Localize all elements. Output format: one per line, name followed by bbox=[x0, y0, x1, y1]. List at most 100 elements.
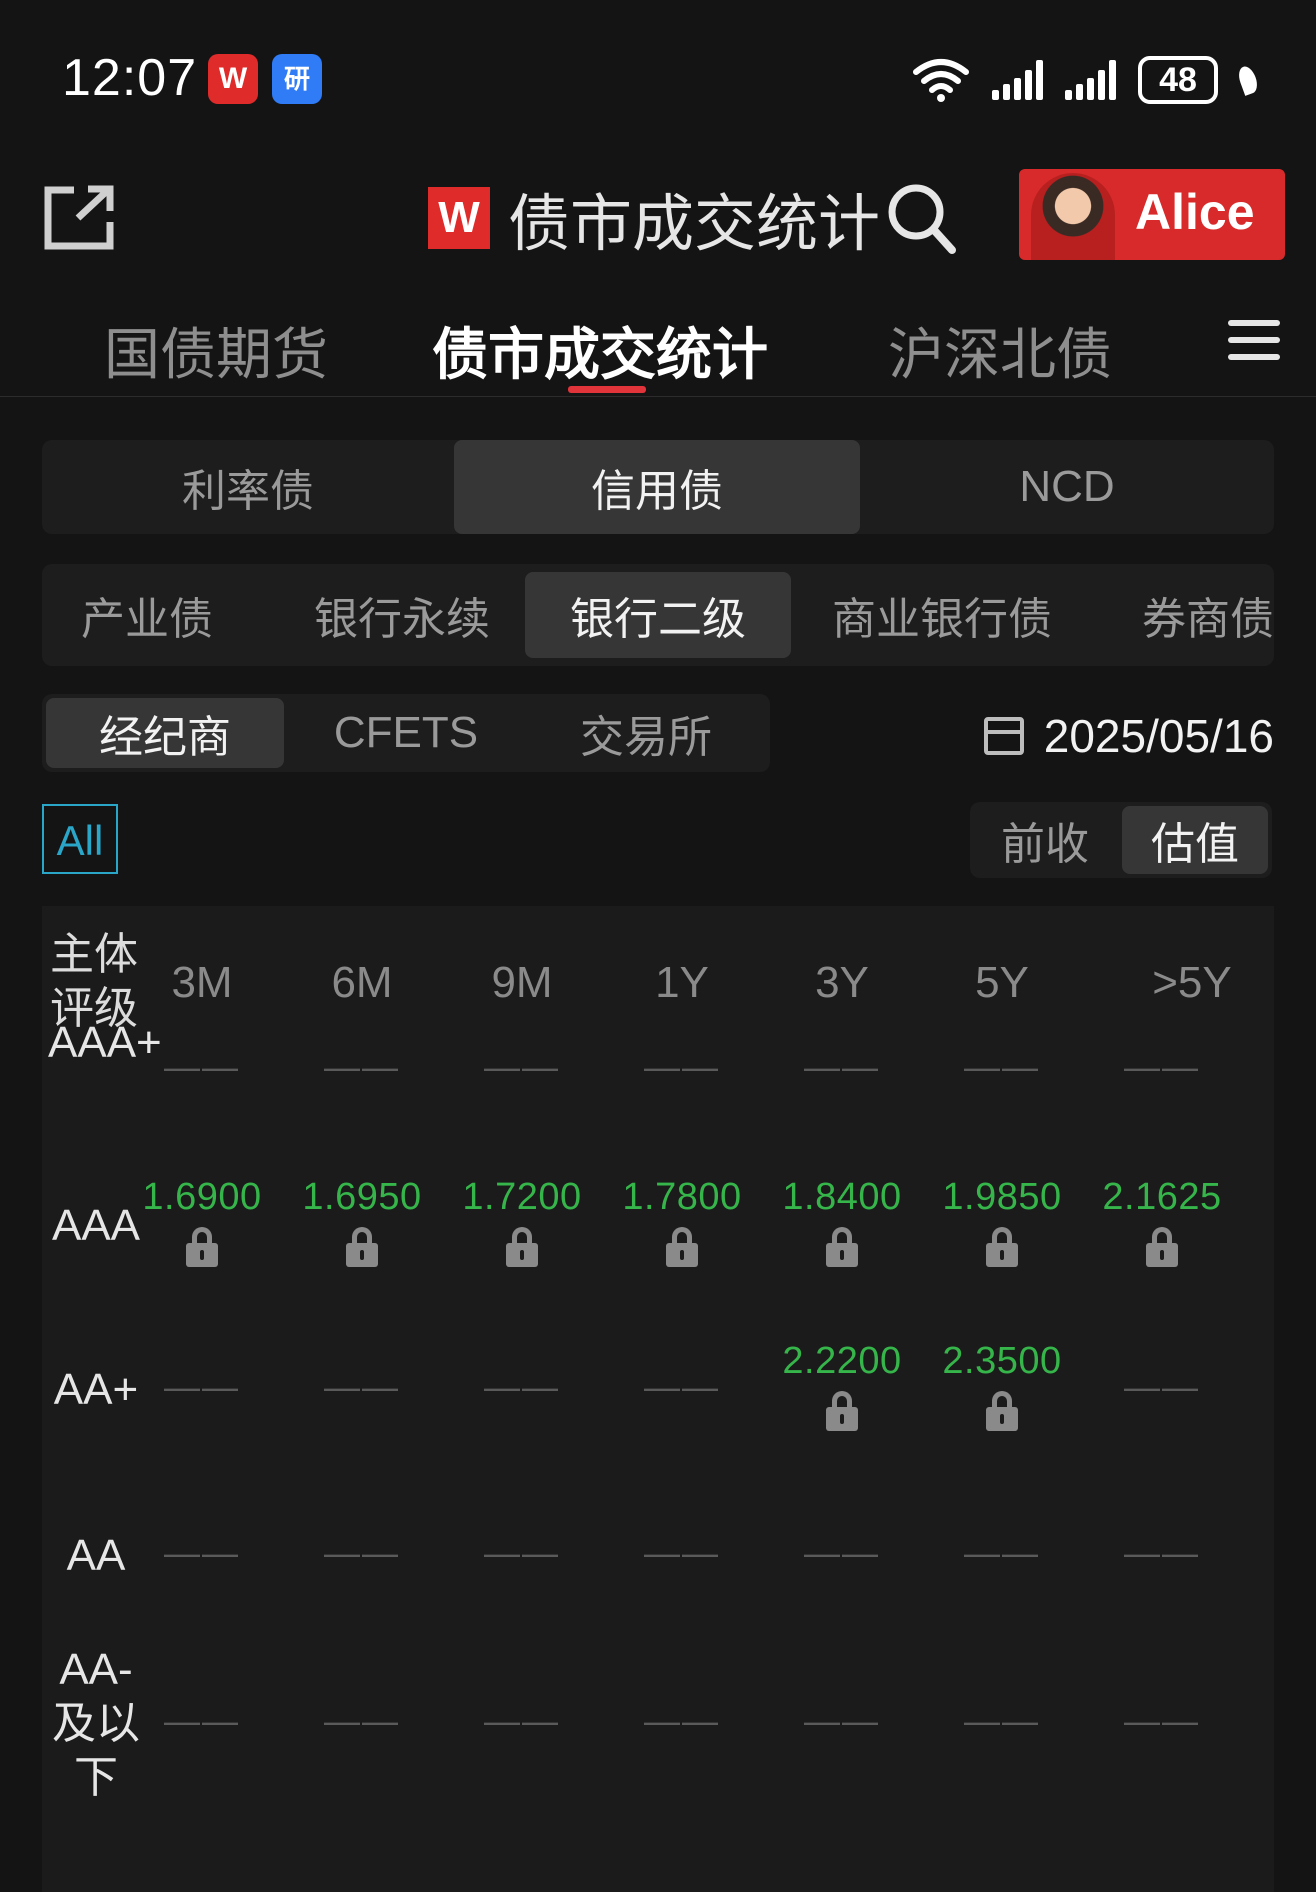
column-header: 5Y bbox=[975, 958, 1029, 1007]
user-name: Alice bbox=[1135, 184, 1255, 240]
tab-sh-sz-bj-bonds[interactable]: 沪深北债 bbox=[888, 310, 1112, 391]
menu-button[interactable] bbox=[1228, 320, 1280, 364]
status-icons: 48 bbox=[912, 54, 1261, 106]
user-avatar-button[interactable]: Alice bbox=[1019, 169, 1285, 260]
rate-cell: —— bbox=[1082, 1046, 1242, 1088]
empty-value: —— bbox=[164, 1700, 240, 1741]
empty-value: —— bbox=[964, 1700, 1040, 1741]
page-title: 债市成交统计 bbox=[508, 190, 881, 259]
subtype-broker[interactable]: 券商债 bbox=[1142, 564, 1274, 666]
status-time: 12:07 bbox=[62, 49, 198, 107]
column-header: 3Y bbox=[815, 958, 869, 1007]
subtype-commercial-bank[interactable]: 商业银行债 bbox=[822, 564, 1062, 666]
rate-cell: —— bbox=[122, 1366, 282, 1408]
rate-cell[interactable]: 2.2200 bbox=[762, 1340, 922, 1431]
source-broker[interactable]: 经纪商 bbox=[46, 698, 284, 768]
calendar-icon bbox=[983, 717, 1024, 755]
column-header: 3M bbox=[171, 958, 233, 1007]
empty-value: —— bbox=[644, 1532, 720, 1573]
column-header: 1Y bbox=[655, 958, 709, 1007]
rate-cell[interactable]: 1.6950 bbox=[282, 1176, 442, 1267]
source-exchange[interactable]: 交易所 bbox=[526, 694, 766, 772]
status-bar: 12:07 W 研 48 bbox=[0, 0, 1316, 140]
rate-cell[interactable]: 2.3500 bbox=[922, 1340, 1082, 1431]
rate-cell: —— bbox=[602, 1700, 762, 1742]
rate-cell[interactable]: 1.6900 bbox=[122, 1176, 282, 1267]
lock-icon bbox=[666, 1227, 698, 1267]
rate-cell: —— bbox=[922, 1046, 1082, 1088]
empty-value: —— bbox=[964, 1046, 1040, 1087]
rate-cell: —— bbox=[762, 1046, 922, 1088]
rate-cell[interactable]: 2.1625 bbox=[1082, 1176, 1242, 1267]
empty-value: —— bbox=[804, 1700, 880, 1741]
segment-credit-bonds[interactable]: 信用债 bbox=[454, 440, 860, 534]
empty-value: —— bbox=[644, 1700, 720, 1741]
subtype-bank-tier2[interactable]: 银行二级 bbox=[525, 572, 791, 658]
rate-cell: —— bbox=[282, 1700, 442, 1742]
rate-value: 1.8400 bbox=[782, 1176, 902, 1218]
rate-cell: —— bbox=[762, 1700, 922, 1742]
empty-value: —— bbox=[484, 1532, 560, 1573]
date-picker[interactable]: 2025/05/16 bbox=[983, 706, 1274, 766]
rate-cell: —— bbox=[602, 1532, 762, 1574]
empty-value: —— bbox=[484, 1700, 560, 1741]
lock-icon bbox=[506, 1227, 538, 1267]
rate-cell: —— bbox=[442, 1366, 602, 1408]
source-segment: 经纪商 CFETS 交易所 bbox=[42, 694, 770, 772]
rate-cell: —— bbox=[122, 1700, 282, 1742]
empty-value: —— bbox=[644, 1366, 720, 1407]
rate-cell: —— bbox=[602, 1366, 762, 1408]
battery-icon: 48 bbox=[1138, 56, 1218, 104]
column-header: 6M bbox=[331, 958, 393, 1007]
rate-value: 1.7800 bbox=[622, 1176, 742, 1218]
rate-cell[interactable]: 1.7800 bbox=[602, 1176, 762, 1267]
empty-value: —— bbox=[324, 1366, 400, 1407]
rate-cell: —— bbox=[1082, 1532, 1242, 1574]
rate-cell: —— bbox=[922, 1532, 1082, 1574]
empty-value: —— bbox=[964, 1532, 1040, 1573]
rate-cell[interactable]: 1.7200 bbox=[442, 1176, 602, 1267]
empty-value: —— bbox=[1124, 1532, 1200, 1573]
tab-divider bbox=[0, 396, 1316, 397]
rate-cell[interactable]: 1.9850 bbox=[922, 1176, 1082, 1267]
empty-value: —— bbox=[324, 1700, 400, 1741]
lock-icon bbox=[1146, 1227, 1178, 1267]
rate-cell: —— bbox=[1082, 1700, 1242, 1742]
rate-value: 1.9850 bbox=[942, 1176, 1062, 1218]
mode-previous-close[interactable]: 前收 bbox=[970, 802, 1120, 878]
menu-icon-line bbox=[1228, 354, 1280, 360]
rate-cell: —— bbox=[282, 1532, 442, 1574]
search-button[interactable] bbox=[884, 178, 956, 258]
rate-value: 1.6900 bbox=[142, 1176, 262, 1218]
search-icon bbox=[888, 184, 956, 254]
page-title-wrap: W 债市成交统计 bbox=[428, 180, 880, 259]
rate-table: 主体评级 3M 6M 9M 1Y 3Y 5Y >5Y AAA+ —— —— —— —— —— —— —— AA… bbox=[42, 906, 1274, 1892]
menu-icon-line bbox=[1228, 320, 1280, 326]
date-value: 2025/05/16 bbox=[1043, 710, 1274, 762]
subtype-industrial[interactable]: 产业债 bbox=[42, 564, 252, 666]
empty-value: —— bbox=[804, 1532, 880, 1573]
segment-rate-bonds[interactable]: 利率债 bbox=[42, 440, 454, 534]
wps-app-icon: W bbox=[208, 54, 258, 104]
lock-icon bbox=[986, 1391, 1018, 1431]
segment-ncd[interactable]: NCD bbox=[860, 440, 1274, 534]
share-icon bbox=[44, 185, 114, 250]
tab-bond-trade-stats[interactable]: 债市成交统计 bbox=[432, 310, 768, 391]
empty-value: —— bbox=[1124, 1700, 1200, 1741]
rate-value: 2.3500 bbox=[942, 1340, 1062, 1382]
credit-subtype-segment: 产业债 银行永续 银行二级 商业银行债 券商债 bbox=[42, 564, 1274, 666]
rate-cell: —— bbox=[122, 1046, 282, 1088]
tab-treasury-futures[interactable]: 国债期货 bbox=[104, 310, 328, 391]
empty-value: —— bbox=[164, 1046, 240, 1087]
share-button[interactable] bbox=[44, 184, 116, 250]
mode-valuation[interactable]: 估值 bbox=[1122, 806, 1268, 874]
rate-value: 2.2200 bbox=[782, 1340, 902, 1382]
empty-value: —— bbox=[164, 1366, 240, 1407]
rate-cell[interactable]: 1.8400 bbox=[762, 1176, 922, 1267]
filter-all-button[interactable]: All bbox=[42, 804, 118, 874]
empty-value: —— bbox=[1124, 1046, 1200, 1087]
research-app-icon: 研 bbox=[272, 54, 322, 104]
subtype-bank-perpetual[interactable]: 银行永续 bbox=[272, 564, 532, 666]
lock-icon bbox=[826, 1227, 858, 1267]
source-cfets[interactable]: CFETS bbox=[286, 694, 526, 772]
